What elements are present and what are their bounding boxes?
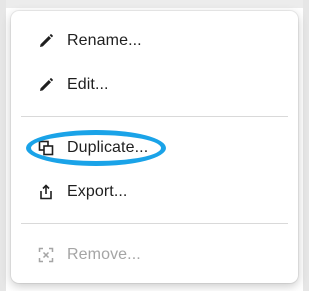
pencil-icon xyxy=(38,77,54,93)
menu-item-remove[interactable]: Remove... xyxy=(11,233,298,277)
menu-item-export[interactable]: Export... xyxy=(11,170,298,214)
menu-item-label: Export... xyxy=(67,183,128,200)
menu-divider xyxy=(21,223,288,224)
export-icon xyxy=(38,184,54,200)
menu-divider xyxy=(21,116,288,117)
menu-item-rename[interactable]: Rename... xyxy=(11,19,298,63)
pencil-icon xyxy=(38,33,54,49)
background-right-edge xyxy=(303,0,309,291)
menu-item-label: Edit... xyxy=(67,76,109,93)
menu-item-label: Duplicate... xyxy=(67,139,149,156)
menu-item-label: Remove... xyxy=(67,246,141,263)
remove-icon xyxy=(38,247,54,263)
menu-item-edit[interactable]: Edit... xyxy=(11,63,298,107)
background-left-edge xyxy=(0,0,6,291)
background-top xyxy=(0,0,309,8)
duplicate-icon xyxy=(38,140,54,156)
menu-item-label: Rename... xyxy=(67,32,142,49)
context-menu: Rename... Edit... Duplicate... Export...… xyxy=(11,11,298,283)
menu-item-duplicate[interactable]: Duplicate... xyxy=(11,126,298,170)
